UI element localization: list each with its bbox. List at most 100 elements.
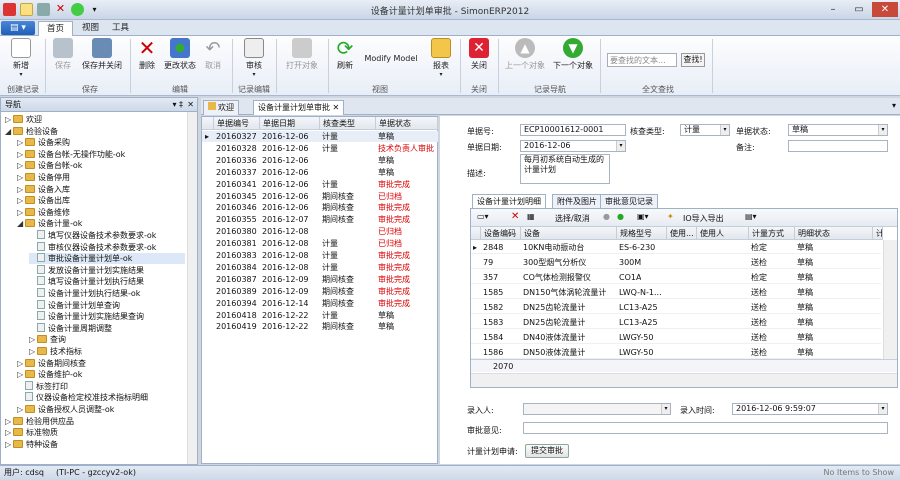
sub-col-user[interactable]: 使用人: [697, 227, 749, 240]
nav-item[interactable]: ▷ 设备入库: [17, 184, 185, 195]
detail-hscroll[interactable]: [471, 373, 897, 387]
table-row[interactable]: 20160384 2016-12-08 计量 审批完成: [202, 262, 438, 273]
col-header-state[interactable]: 单据状态: [376, 117, 438, 130]
expand-icon[interactable]: ▷: [17, 184, 25, 195]
nav-item[interactable]: ▷ 标准物质: [5, 427, 185, 438]
nav-item[interactable]: ◢ 设备计量-ok: [17, 218, 185, 229]
next-object-button[interactable]: ▼ 下一个对象: [550, 38, 596, 71]
expand-icon[interactable]: ▷: [17, 404, 25, 415]
review-button[interactable]: 审核 ▾: [240, 38, 268, 78]
note-field[interactable]: [788, 140, 888, 152]
nav-item[interactable]: ▷ 设备维修: [17, 207, 185, 218]
new-button[interactable]: 新增 ▾: [6, 38, 36, 78]
nav-item[interactable]: 发放设备计量计划实施结果: [29, 264, 185, 276]
close-object-button[interactable]: ✕ 关闭: [466, 38, 492, 71]
nav-item[interactable]: ▷ 检验用供应品: [5, 416, 185, 427]
modify-model-button[interactable]: Modify Model: [360, 54, 422, 63]
check-type-select[interactable]: 计量 ▾: [680, 124, 730, 136]
expand-icon[interactable]: ▷: [29, 346, 37, 357]
approval-field[interactable]: [523, 422, 888, 434]
save-close-button[interactable]: 保存并关闭: [78, 38, 126, 71]
find-button[interactable]: 查找!: [681, 53, 705, 67]
nav-item[interactable]: ▷ 设备台帐-ok: [17, 160, 185, 171]
expand-icon[interactable]: ▷: [5, 439, 13, 450]
table-row[interactable]: 20160380 2016-12-08 已归档: [202, 226, 438, 237]
table-row[interactable]: 20160346 2016-12-06 期间核查 审批完成: [202, 202, 438, 213]
nav-item[interactable]: 设备计量周期调整: [29, 322, 185, 334]
prev-object-button[interactable]: ▲ 上一个对象: [502, 38, 548, 71]
expand-icon[interactable]: ▷: [17, 137, 25, 148]
nav-scrollbar[interactable]: [187, 112, 197, 464]
detail-row[interactable]: ▸ 2848 10KN电动振动台 ES-6-230 检定 草稿: [471, 241, 881, 254]
tab-home[interactable]: 首页: [38, 21, 74, 36]
expand-icon[interactable]: ▷: [17, 207, 25, 218]
expand-icon[interactable]: ▷: [17, 172, 25, 183]
detail-vscroll[interactable]: [883, 240, 897, 359]
nav-item[interactable]: 设备计量计划实施结果查询: [29, 311, 185, 322]
detail-row[interactable]: 1582 DN25齿轮流量计 LC13-A25 送检 草稿: [471, 301, 881, 314]
disabled-circle-icon[interactable]: ●: [603, 212, 610, 221]
sub-col-use[interactable]: 使用...: [667, 227, 697, 240]
table-row[interactable]: 20160341 2016-12-06 计量 审批完成: [202, 179, 438, 190]
new-row-icon[interactable]: ▭▾: [477, 212, 489, 221]
tab-tools[interactable]: 工具: [104, 21, 137, 36]
nav-item[interactable]: ▷ 特种设备: [5, 439, 185, 450]
entered-by-select[interactable]: ▾: [523, 403, 671, 415]
pin-icon[interactable]: ▾ ‡: [172, 98, 183, 112]
table-row[interactable]: 20160381 2016-12-08 计量 已归档: [202, 238, 438, 249]
tab-view[interactable]: 视图: [74, 21, 107, 36]
collapse-icon[interactable]: ◢: [5, 126, 13, 137]
nav-item[interactable]: 标签打印: [17, 380, 185, 392]
wand-icon[interactable]: ✦: [667, 212, 674, 221]
expand-icon[interactable]: ▷: [17, 149, 25, 160]
open-object-button[interactable]: 打开对象: [282, 38, 322, 71]
nav-item[interactable]: 设备计量计划执行结果-ok: [29, 288, 185, 299]
doc-no-field[interactable]: ECP10001612-0001: [520, 124, 626, 136]
tools-menu-icon[interactable]: ▤▾: [745, 212, 757, 221]
detail-row[interactable]: 1585 DN150气体涡轮流量计 LWQ-N-1... 送检 草稿: [471, 286, 881, 299]
chevron-down-icon[interactable]: ▾: [720, 125, 729, 135]
nav-item[interactable]: ▷ 设备台帐-无操作功能-ok: [17, 149, 185, 160]
nav-close-icon[interactable]: ✕: [187, 98, 194, 112]
subtab-approval-log[interactable]: 审批意见记录: [600, 194, 658, 208]
chevron-down-icon[interactable]: ▾: [878, 404, 887, 414]
sub-col-device[interactable]: 设备: [521, 227, 617, 240]
desc-field[interactable]: 每月初系统自动生成的计量计划: [520, 154, 610, 184]
expand-icon[interactable]: ▷: [5, 416, 13, 427]
expand-icon[interactable]: ▷: [29, 334, 37, 345]
refresh-button[interactable]: ⟳ 刷新: [332, 38, 358, 71]
nav-item[interactable]: ▷ 设备授权人员调整-ok: [17, 404, 185, 415]
report-button[interactable]: 报表 ▾: [428, 38, 454, 78]
sub-col-model[interactable]: 规格型号: [617, 227, 667, 240]
table-row[interactable]: 20160387 2016-12-09 期间核查 审批完成: [202, 274, 438, 285]
sub-col-code[interactable]: 设备编码: [481, 227, 521, 240]
file-menu-button[interactable]: ▤ ▾: [1, 21, 35, 35]
doc-tab-approval[interactable]: 设备计量计划单审批 ✕: [253, 100, 345, 115]
col-header-date[interactable]: 单据日期: [260, 117, 320, 130]
nav-item[interactable]: ▷ 技术指标: [29, 346, 185, 357]
nav-item[interactable]: ▷ 设备维护-ok: [17, 369, 185, 380]
expand-icon[interactable]: ▷: [17, 358, 25, 369]
tabs-menu-icon[interactable]: ▾: [892, 101, 896, 110]
table-row[interactable]: 20160328 2016-12-06 计量 技术负责人审批: [202, 143, 438, 154]
col-header-checktype[interactable]: 核查类型: [320, 117, 376, 130]
table-row[interactable]: 20160345 2016-12-06 期间核查 已归档: [202, 191, 438, 202]
print-icon[interactable]: ▣▾: [637, 212, 649, 221]
select-icon[interactable]: ▦: [527, 212, 535, 221]
maximize-button[interactable]: ▭: [846, 2, 872, 17]
table-row[interactable]: 20160394 2016-12-14 期间核查 审批完成: [202, 298, 438, 309]
nav-item[interactable]: 审批设备计量计划单-ok: [29, 253, 185, 265]
chevron-down-icon[interactable]: ▾: [661, 404, 670, 414]
calendar-dropdown-icon[interactable]: ▾: [616, 141, 625, 151]
cancel-button[interactable]: ↶ 取消: [200, 38, 226, 71]
collapse-icon[interactable]: ◢: [17, 218, 25, 229]
table-row[interactable]: 20160336 2016-12-06 草稿: [202, 155, 438, 166]
nav-item[interactable]: ▷ 设备采购: [17, 137, 185, 148]
table-row[interactable]: 20160418 2016-12-22 计量 草稿: [202, 310, 438, 321]
expand-icon[interactable]: ▷: [17, 160, 25, 171]
nav-item[interactable]: 填写设备计量计划执行结果: [29, 276, 185, 287]
detail-row[interactable]: 357 CO气体检测报警仪 CO1A 检定 草稿: [471, 271, 881, 284]
minimize-button[interactable]: –: [820, 2, 846, 17]
expand-icon[interactable]: ▷: [17, 195, 25, 206]
detail-row[interactable]: 1583 DN25齿轮流量计 LC13-A25 送检 草稿: [471, 316, 881, 329]
